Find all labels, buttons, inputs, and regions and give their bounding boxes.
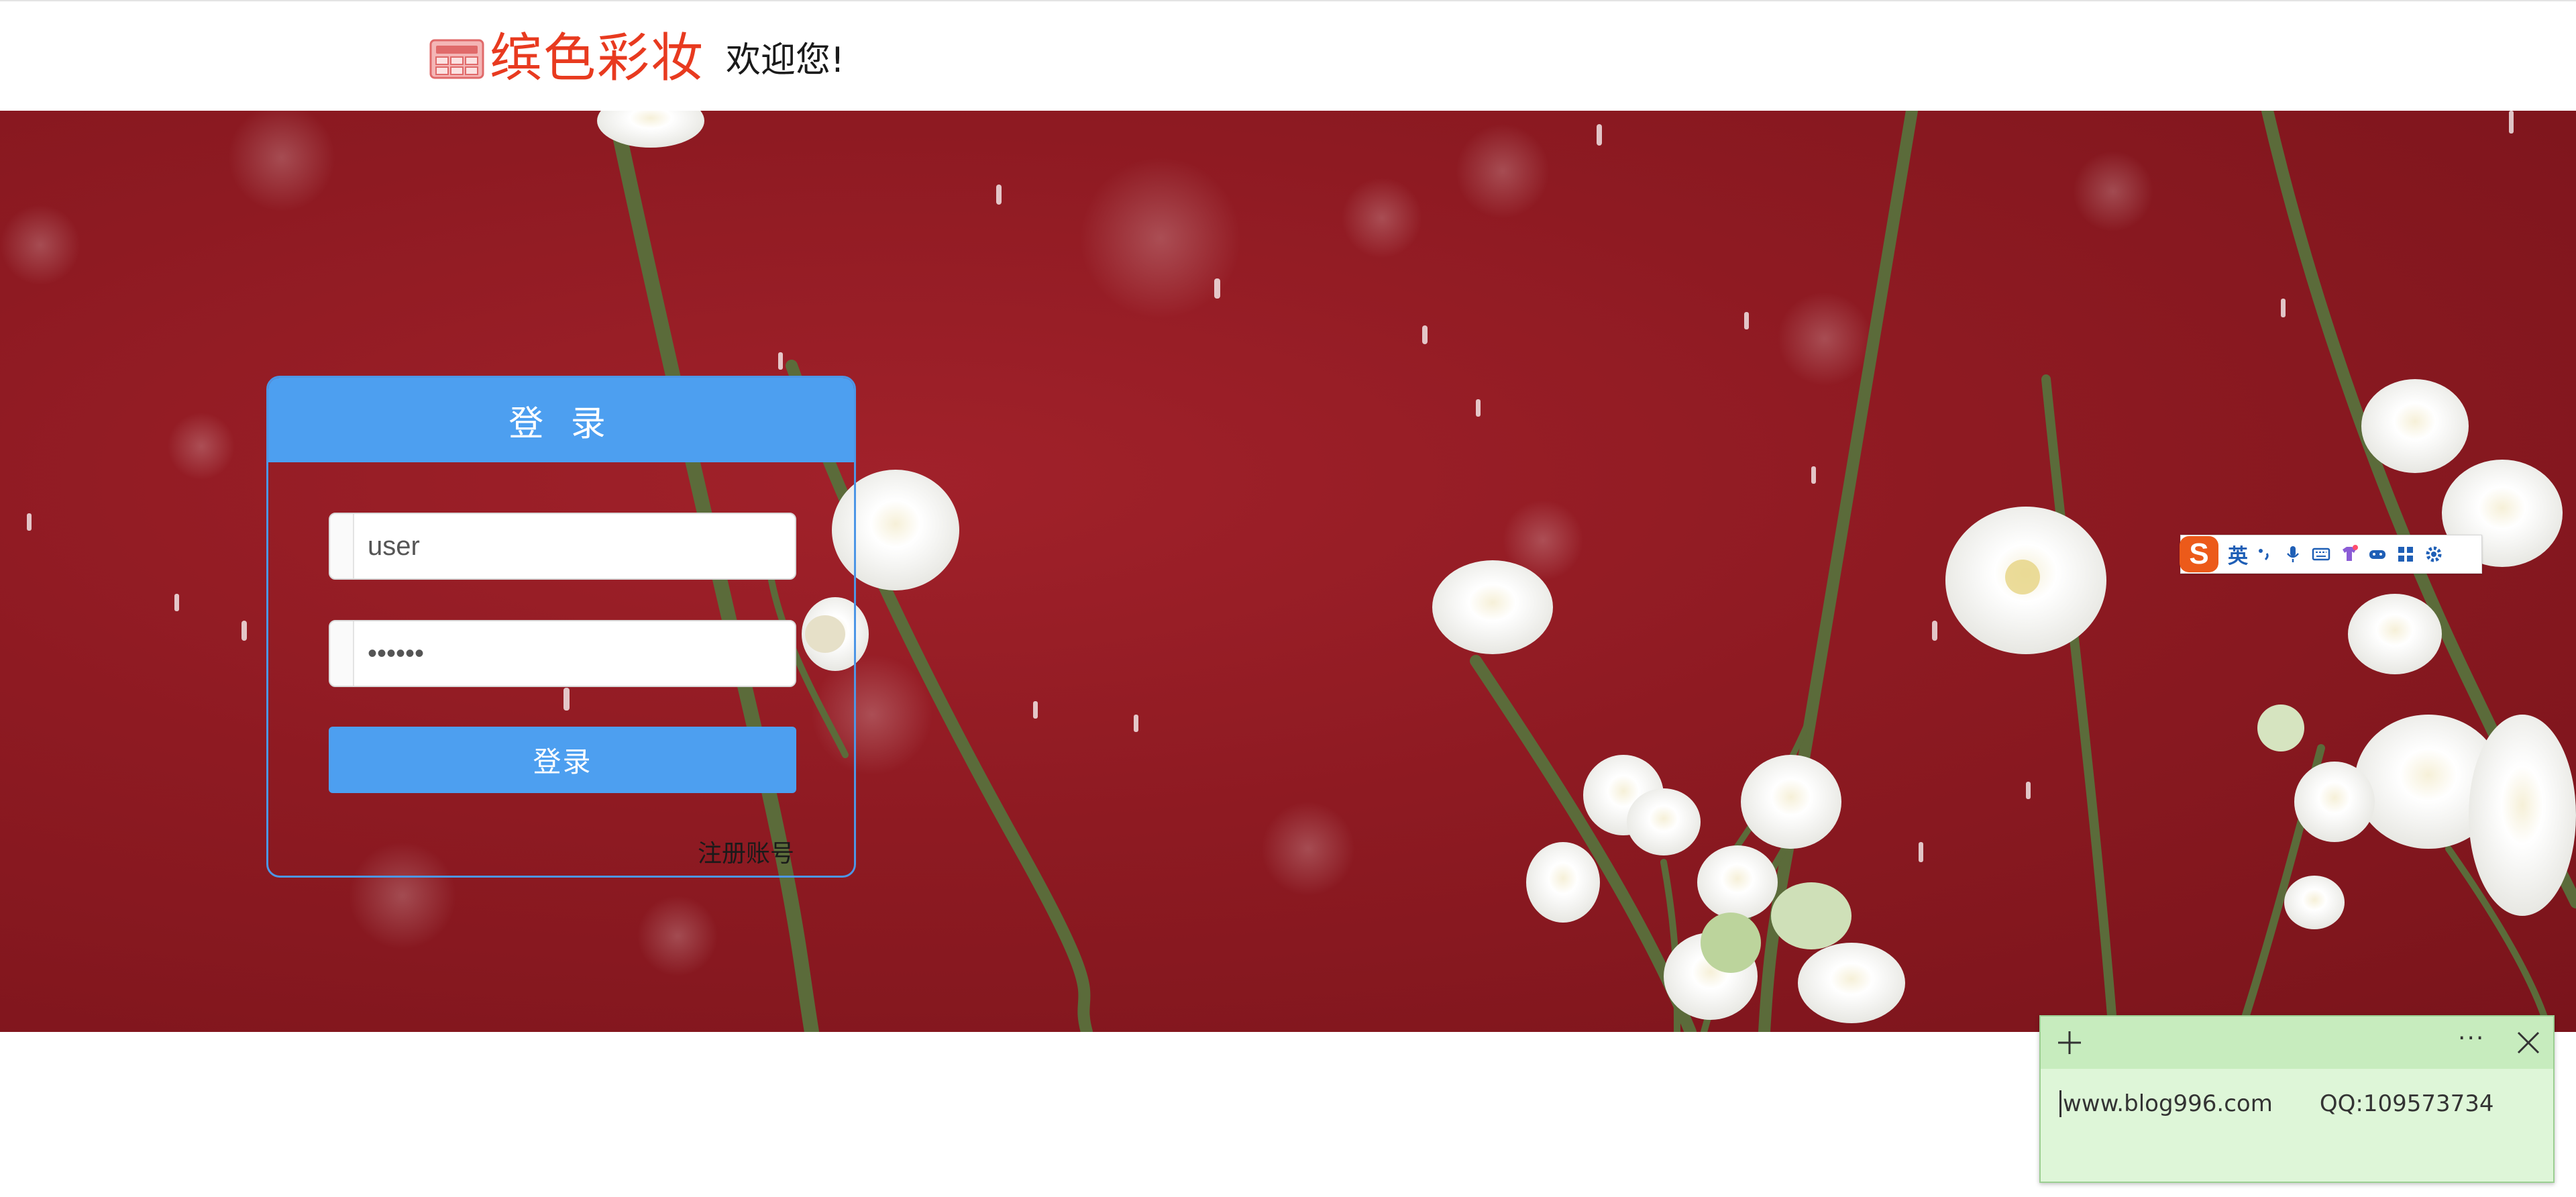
sticky-note: ··· www.blog996.com QQ:109573734 xyxy=(2039,1015,2555,1183)
brand-name: 缤色彩妆 xyxy=(490,28,705,89)
login-panel: 登 录 登录 注册账号 xyxy=(266,376,856,878)
username-field[interactable] xyxy=(329,513,796,580)
login-title: 登 录 xyxy=(508,403,614,444)
gamepad-icon[interactable] xyxy=(2366,543,2389,566)
site-header: 缤色彩妆 欢迎您! xyxy=(0,0,2576,111)
password-input[interactable] xyxy=(354,623,784,684)
sticky-note-content[interactable]: www.blog996.com QQ:109573734 xyxy=(2059,1090,2494,1117)
makeup-palette-icon xyxy=(429,36,484,81)
settings-icon[interactable] xyxy=(2422,543,2445,566)
brand-logo[interactable]: 缤色彩妆 xyxy=(429,28,704,89)
password-addon xyxy=(330,621,354,686)
add-note-icon[interactable] xyxy=(2055,1029,2084,1057)
welcome-text: 欢迎您! xyxy=(726,40,845,81)
skin-icon[interactable] xyxy=(2338,543,2361,566)
login-title-bar: 登 录 xyxy=(268,378,854,462)
username-input[interactable] xyxy=(354,516,784,576)
register-link[interactable]: 注册账号 xyxy=(698,834,794,869)
login-button[interactable]: 登录 xyxy=(329,727,796,793)
ime-toolbar: S 英 xyxy=(2180,535,2482,574)
sticky-note-toolbar: ··· xyxy=(2041,1017,2553,1069)
microphone-icon[interactable] xyxy=(2282,543,2304,566)
punctuation-icon[interactable] xyxy=(2253,543,2276,566)
password-field[interactable] xyxy=(329,620,796,687)
apps-grid-icon[interactable] xyxy=(2394,543,2417,566)
sogou-logo-icon[interactable]: S xyxy=(2180,536,2218,572)
sticky-website-text: www.blog996.com xyxy=(2063,1090,2273,1117)
sticky-qq-text: QQ:109573734 xyxy=(2319,1090,2494,1117)
more-options-icon[interactable]: ··· xyxy=(2458,1027,2490,1057)
username-addon xyxy=(330,514,354,578)
close-icon[interactable] xyxy=(2514,1029,2542,1057)
ime-language-toggle[interactable]: 英 xyxy=(2228,539,2248,569)
keyboard-icon[interactable] xyxy=(2310,543,2332,566)
